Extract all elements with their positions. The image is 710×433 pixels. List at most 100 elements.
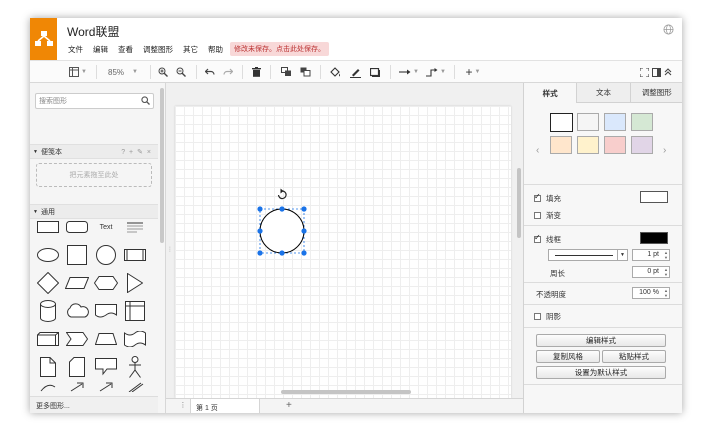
menu-arrange[interactable]: 调整图形 — [143, 44, 173, 55]
callout-shape[interactable] — [92, 353, 120, 381]
actor-shape[interactable] — [121, 353, 149, 381]
add-page-button[interactable]: + — [286, 400, 292, 411]
connection-style-button[interactable]: ▼ — [397, 61, 421, 83]
cube-shape[interactable] — [34, 325, 62, 353]
tab-text[interactable]: 文本 — [576, 83, 630, 103]
sidebar-scrollbar[interactable] — [160, 88, 164, 243]
card-shape[interactable] — [63, 353, 91, 381]
style-swatch-5[interactable] — [550, 136, 572, 154]
zoom-in-button[interactable] — [156, 61, 170, 83]
textbox-shape[interactable] — [121, 213, 149, 241]
waypoints-button[interactable]: ▼ — [424, 61, 448, 83]
sidebar-splitter-handle[interactable]: ⋮ — [167, 246, 173, 253]
gradient-row[interactable]: 渐变 — [534, 210, 561, 221]
cylinder-shape[interactable] — [34, 297, 62, 325]
parallelogram-shape[interactable] — [63, 269, 91, 297]
canvas-vertical-scrollbar[interactable] — [517, 168, 521, 238]
scratchpad-header[interactable]: ▼ 便笺本 ? + ✎ × — [30, 144, 158, 159]
square-shape[interactable] — [63, 241, 91, 269]
style-swatch-4[interactable] — [631, 113, 653, 131]
fill-color-swatch[interactable] — [640, 191, 668, 203]
note-shape[interactable] — [34, 353, 62, 381]
triangle-shape[interactable] — [121, 269, 149, 297]
page-tab-1[interactable]: 第 1 页 — [190, 399, 260, 413]
zoom-select[interactable]: 85% ▼ — [103, 61, 143, 83]
rounded-rectangle-shape[interactable] — [63, 213, 91, 241]
circle-shape[interactable] — [92, 241, 120, 269]
chevron-right-icon[interactable]: › — [663, 145, 666, 156]
to-back-button[interactable] — [298, 61, 312, 83]
unsaved-changes-notice[interactable]: 修改未保存。点击此处保存。 — [230, 42, 329, 56]
hexagon-shape[interactable] — [92, 269, 120, 297]
tape-shape[interactable] — [121, 325, 149, 353]
style-swatch-3[interactable] — [604, 113, 626, 131]
bidirectional-arrow-shape[interactable] — [92, 381, 120, 393]
undo-button[interactable] — [203, 61, 217, 83]
copy-style-button[interactable]: 复制风格 — [536, 350, 600, 363]
link-arrow-shape[interactable] — [63, 381, 91, 393]
diagram-canvas[interactable] — [166, 83, 523, 398]
search-icon[interactable] — [141, 96, 150, 105]
opacity-input[interactable]: 100 % ▲ ▼ — [632, 287, 670, 299]
style-swatch-1[interactable] — [550, 113, 573, 132]
to-front-button[interactable] — [279, 61, 293, 83]
process-shape[interactable] — [121, 241, 149, 269]
tab-style[interactable]: 样式 — [524, 83, 577, 103]
rectangle-shape[interactable] — [34, 213, 62, 241]
shadow-row[interactable]: 阴影 — [534, 311, 561, 322]
tab-arrange[interactable]: 调整图形 — [629, 83, 682, 103]
redo-button[interactable] — [221, 61, 235, 83]
line-width-input[interactable]: 1 pt ▲ ▼ — [632, 249, 670, 261]
spinner-icon[interactable]: ▲ ▼ — [664, 250, 668, 260]
fill-color-button[interactable] — [328, 61, 342, 83]
scratchpad-tools[interactable]: ? + ✎ × — [121, 148, 152, 156]
shadow-checkbox[interactable] — [534, 313, 541, 320]
line-shape[interactable] — [121, 381, 149, 393]
pages-menu-icon[interactable]: ⋮ — [176, 401, 190, 413]
paste-style-button[interactable]: 粘贴样式 — [602, 350, 666, 363]
curved-arrow-shape[interactable] — [34, 381, 62, 393]
fill-row[interactable]: 填充 — [534, 192, 561, 204]
line-row[interactable]: 线框 — [534, 233, 561, 245]
line-checkbox[interactable] — [534, 233, 541, 243]
step-shape[interactable] — [63, 325, 91, 353]
shadow-button[interactable] — [368, 61, 382, 83]
insert-button[interactable]: + ▼ — [461, 61, 485, 83]
scratchpad-drop-zone[interactable]: 把元素拖至此处 — [36, 163, 152, 187]
menu-view[interactable]: 查看 — [118, 44, 133, 55]
page-view-button[interactable]: ▼ — [66, 61, 90, 83]
delete-button[interactable] — [249, 61, 263, 83]
set-default-style-button[interactable]: 设置为默认样式 — [536, 366, 666, 379]
internal-storage-shape[interactable] — [121, 297, 149, 325]
style-swatch-2[interactable] — [577, 113, 599, 131]
fill-checkbox[interactable] — [534, 192, 541, 202]
zoom-out-button[interactable] — [174, 61, 188, 83]
chevron-left-icon[interactable]: ‹ — [536, 145, 539, 156]
shape-search-input[interactable] — [36, 94, 136, 108]
canvas-horizontal-scrollbar[interactable] — [281, 390, 411, 394]
format-panel-toggle[interactable] — [650, 61, 662, 83]
spinner-icon[interactable]: ▲ ▼ — [664, 267, 668, 277]
style-swatch-8[interactable] — [631, 136, 653, 154]
fullscreen-button[interactable] — [638, 61, 650, 83]
ellipse-shape[interactable] — [34, 241, 62, 269]
menu-edit[interactable]: 编辑 — [93, 44, 108, 55]
diamond-shape[interactable] — [34, 269, 62, 297]
line-color-button[interactable] — [348, 61, 362, 83]
gradient-checkbox[interactable] — [534, 212, 541, 219]
edit-style-button[interactable]: 编辑样式 — [536, 334, 666, 347]
style-swatch-7[interactable] — [604, 136, 626, 154]
menu-file[interactable]: 文件 — [68, 44, 83, 55]
menu-help[interactable]: 帮助 — [208, 44, 223, 55]
language-globe-icon[interactable] — [663, 24, 674, 37]
more-shapes-link[interactable]: 更多图形... — [30, 396, 158, 413]
line-color-swatch[interactable] — [640, 232, 668, 244]
style-swatch-6[interactable] — [577, 136, 599, 154]
trapezoid-shape[interactable] — [92, 325, 120, 353]
line-pattern-select[interactable]: ▼ — [548, 249, 628, 261]
collapse-toolbar-button[interactable] — [662, 61, 674, 83]
document-shape[interactable] — [92, 297, 120, 325]
menu-extras[interactable]: 其它 — [183, 44, 198, 55]
text-shape[interactable]: Text — [92, 213, 120, 241]
perimeter-input[interactable]: 0 pt ▲ ▼ — [632, 266, 670, 278]
